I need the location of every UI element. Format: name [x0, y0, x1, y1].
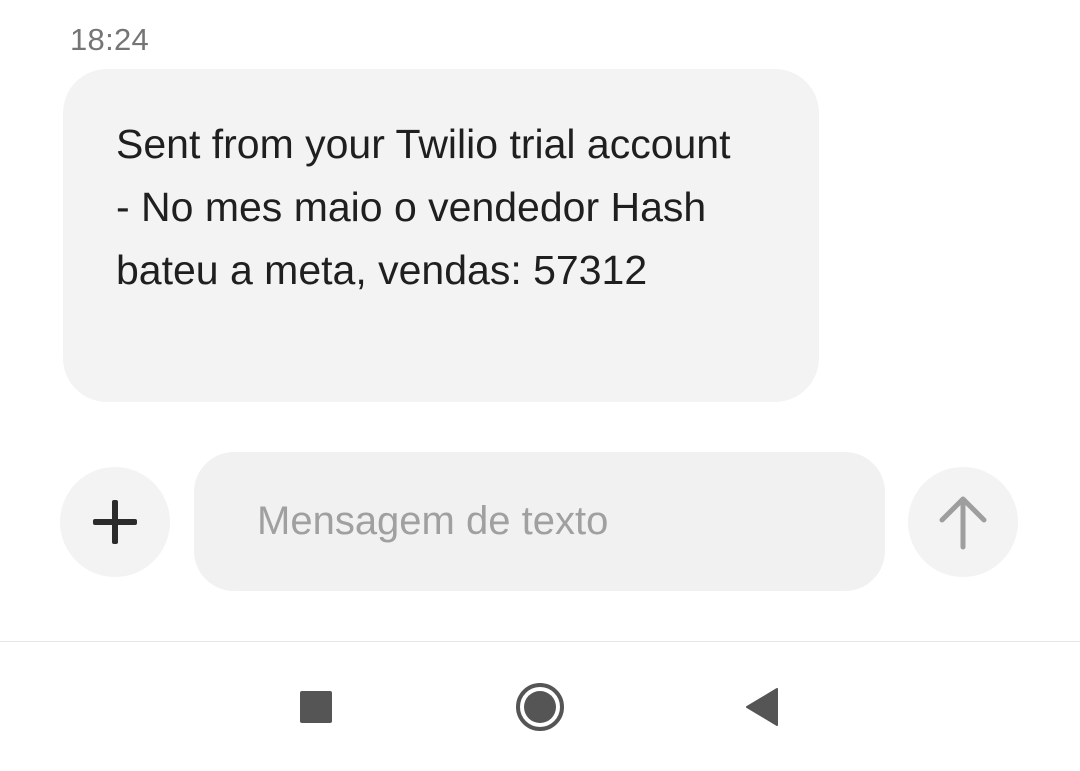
message-input-container[interactable]	[194, 452, 885, 591]
send-button[interactable]	[908, 467, 1018, 577]
circle-icon	[516, 683, 564, 731]
message-timestamp: 18:24	[70, 22, 150, 57]
triangle-back-icon	[746, 688, 778, 726]
plus-icon	[93, 500, 137, 544]
system-navigation-bar	[0, 642, 1080, 771]
arrow-up-icon	[939, 496, 987, 550]
message-bubble[interactable]: Sent from your Twilio trial account - No…	[63, 69, 819, 402]
square-icon	[300, 691, 332, 723]
messaging-screen: 18:24 Sent from your Twilio trial accoun…	[0, 0, 1080, 771]
message-input[interactable]	[257, 499, 857, 544]
back-button[interactable]	[722, 667, 802, 747]
message-text: Sent from your Twilio trial account - No…	[116, 121, 731, 293]
add-attachment-button[interactable]	[60, 467, 170, 577]
recents-button[interactable]	[276, 667, 356, 747]
home-button[interactable]	[500, 667, 580, 747]
